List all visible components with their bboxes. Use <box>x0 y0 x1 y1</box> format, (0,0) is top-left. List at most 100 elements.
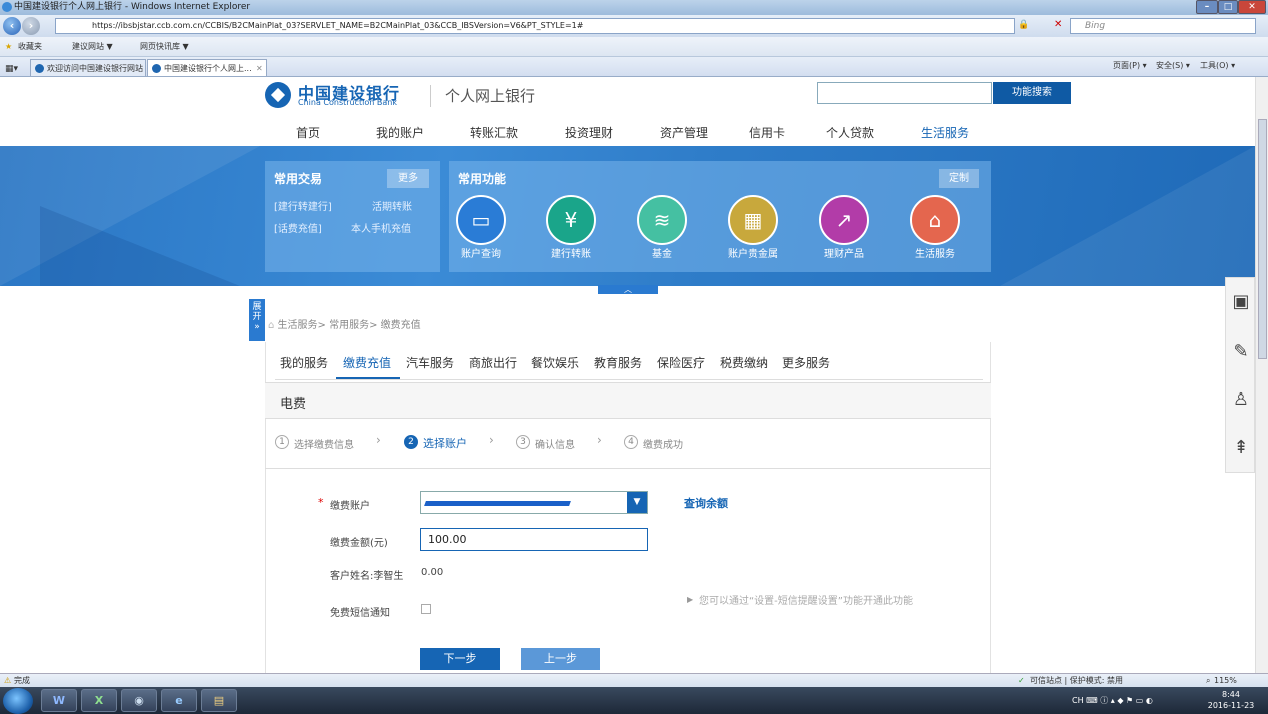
media-app-icon[interactable]: ◉ <box>121 689 157 712</box>
link-phone-topup[interactable]: [话费充值] <box>274 220 322 235</box>
nav-home[interactable]: 首页 <box>296 124 320 141</box>
step-2-label: 选择账户 <box>423 437 467 450</box>
zoom-level[interactable]: 115% <box>1214 674 1237 687</box>
contact-card-icon[interactable]: ▣ <box>1226 282 1255 322</box>
tab-ccb-welcome[interactable]: 欢迎访问中国建设银行网站 <box>30 59 146 76</box>
fav-link-webslice[interactable]: 网页快讯库 ▼ <box>140 37 189 57</box>
account-select[interactable]: ▼ <box>420 491 648 514</box>
safety-menu[interactable]: 安全(S) ▾ <box>1156 57 1190 75</box>
nav-investment[interactable]: 投资理财 <box>565 124 613 141</box>
link-current-transfer[interactable]: 活期转账 <box>372 198 412 213</box>
fund-button[interactable]: ≋ <box>637 195 687 245</box>
clock-date: 2016-11-23 <box>1207 701 1255 710</box>
nav-loans[interactable]: 个人贷款 <box>826 124 874 141</box>
customize-button[interactable]: 定制 <box>939 169 979 188</box>
expand-sidebar-button[interactable]: 展开 » <box>249 299 265 341</box>
language-indicator[interactable]: CH <box>1072 696 1084 705</box>
account-query-button[interactable]: ▭ <box>456 195 506 245</box>
chevron-down-icon[interactable]: ▼ <box>627 492 647 513</box>
tab-travel[interactable]: 商旅出行 <box>469 354 517 371</box>
tab-label: 欢迎访问中国建设银行网站 <box>47 64 143 73</box>
scrollbar-thumb[interactable] <box>1258 119 1267 359</box>
tab-my-services[interactable]: 我的服务 <box>280 354 328 371</box>
step-3-number: 3 <box>516 435 530 449</box>
tab-ccb-ebank[interactable]: 中国建设银行个人网上... ✕ <box>147 59 267 76</box>
tab-tax[interactable]: 税费缴纳 <box>720 354 768 371</box>
tab-more-services[interactable]: 更多服务 <box>782 354 830 371</box>
home-icon[interactable]: ⌂ <box>268 320 278 331</box>
prev-step-button[interactable]: 上一步 <box>521 648 600 670</box>
nav-transfer[interactable]: 转账汇款 <box>470 124 518 141</box>
page-menu[interactable]: 页面(P) ▾ <box>1113 57 1147 75</box>
query-balance-link[interactable]: 查询余额 <box>684 495 728 511</box>
card-search-icon: ▭ <box>471 208 491 232</box>
window-title: 中国建设银行个人网上银行 - Windows Internet Explorer <box>14 2 251 12</box>
function-search-button[interactable]: 功能搜索 <box>993 82 1071 104</box>
user-service-icon[interactable]: ♙ <box>1226 380 1255 420</box>
back-button[interactable]: ‹ <box>3 17 21 35</box>
url-input[interactable]: https://ibsbjstar.ccb.com.cn/CCBIS/B2CMa… <box>55 18 1015 34</box>
lock-icon[interactable]: 🔒 <box>1018 20 1029 30</box>
link-ccb-transfer[interactable]: [建行转建行] <box>274 198 332 213</box>
tray-icons[interactable]: ⌨ ⓘ ▴ ◆ ⚑ ▭ ◐ <box>1086 696 1153 705</box>
fav-link-suggested[interactable]: 建议网站 ▼ <box>72 37 113 57</box>
step-3-label: 确认信息 <box>535 440 575 451</box>
wealth-product-button[interactable]: ↗ <box>819 195 869 245</box>
function-label: 理财产品 <box>824 249 864 260</box>
search-placeholder: Bing <box>1085 21 1106 31</box>
search-input[interactable]: Bing <box>1070 18 1256 34</box>
chart-up-icon: ↗ <box>835 208 853 232</box>
breadcrumb: ⌂ 生活服务> 常用服务> 缴费充值 <box>268 316 421 331</box>
tabs-divider <box>275 379 983 380</box>
tab-close-icon[interactable]: ✕ <box>256 60 263 78</box>
function-label: 账户查询 <box>461 249 501 260</box>
edit-icon[interactable]: ✎ <box>1226 332 1255 372</box>
nav-credit-card[interactable]: 信用卡 <box>749 124 785 141</box>
panel-title: 常用交易 <box>274 172 323 186</box>
sms-checkbox[interactable] <box>421 604 431 614</box>
browser-tab-bar: ▦▾ 欢迎访问中国建设银行网站 中国建设银行个人网上... ✕ 页面(P) ▾ … <box>0 57 1268 77</box>
minimize-button[interactable]: – <box>1196 0 1218 14</box>
web-page: 中国建设银行 China Construction Bank 个人网上银行 功能… <box>0 77 1255 673</box>
gold-bars-icon: ▦ <box>743 208 763 232</box>
back-to-top-icon[interactable]: ⇞ <box>1226 428 1255 468</box>
nav-life-services[interactable]: 生活服务 <box>921 124 969 141</box>
ie-app-icon[interactable]: e <box>161 689 197 712</box>
star-icon: ★ <box>5 42 13 51</box>
stop-icon[interactable]: ✕ <box>1054 19 1062 30</box>
explorer-app-icon[interactable]: ▤ <box>201 689 237 712</box>
status-text: 完成 <box>14 676 30 685</box>
more-button[interactable]: 更多 <box>387 169 429 188</box>
function-search-input[interactable] <box>817 82 992 104</box>
forward-button[interactable]: › <box>22 17 40 35</box>
tab-insurance-medical[interactable]: 保险医疗 <box>657 354 705 371</box>
excel-app-icon[interactable]: X <box>81 689 117 712</box>
tab-auto-services[interactable]: 汽车服务 <box>406 354 454 371</box>
amount-input[interactable]: 100.00 <box>420 528 648 551</box>
tab-payment-topup[interactable]: 缴费充值 <box>343 354 391 371</box>
page-scrollbar[interactable] <box>1255 77 1268 673</box>
zoom-icon[interactable]: ⌕ <box>1206 674 1210 687</box>
nav-assets[interactable]: 资产管理 <box>660 124 708 141</box>
close-button[interactable]: ✕ <box>1238 0 1266 14</box>
next-step-button[interactable]: 下一步 <box>420 648 500 670</box>
sms-hint: 您可以通过“设置-短信提醒设置”功能开通此功能 <box>699 596 913 607</box>
quick-tabs-icon[interactable]: ▦▾ <box>5 60 18 78</box>
collapse-banner-button[interactable]: ︿ <box>598 285 658 294</box>
word-app-icon[interactable]: W <box>41 689 77 712</box>
ccb-favicon-icon <box>152 64 161 73</box>
start-button[interactable] <box>3 688 33 714</box>
maximize-button[interactable]: □ <box>1218 0 1238 14</box>
clock[interactable]: 8:44 2016-11-23 <box>1206 689 1256 711</box>
expand-label: 展开 <box>252 302 262 322</box>
tools-menu[interactable]: 工具(O) ▾ <box>1200 57 1235 75</box>
step-4-number: 4 <box>624 435 638 449</box>
tab-dining[interactable]: 餐饮娱乐 <box>531 354 579 371</box>
ccb-transfer-button[interactable]: ¥ <box>546 195 596 245</box>
link-own-phone-topup[interactable]: 本人手机充值 <box>351 220 411 235</box>
nav-my-account[interactable]: 我的账户 <box>376 124 424 141</box>
precious-metal-button[interactable]: ▦ <box>728 195 778 245</box>
favorites-button[interactable]: 收藏夹 <box>18 37 42 57</box>
tab-education[interactable]: 教育服务 <box>594 354 642 371</box>
life-service-button[interactable]: ⌂ <box>910 195 960 245</box>
